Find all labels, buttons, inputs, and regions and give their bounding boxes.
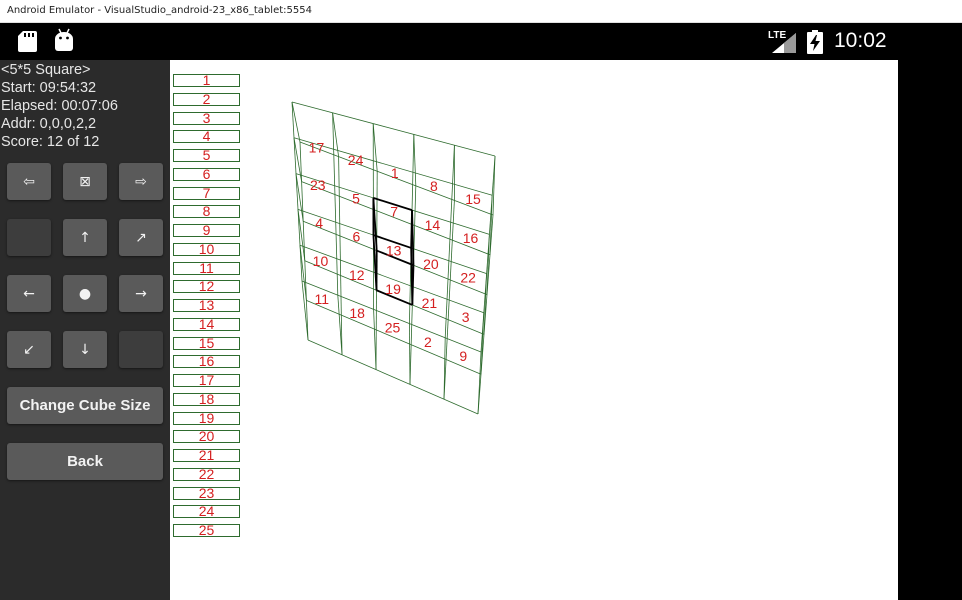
- move-back-button[interactable]: ⇦: [7, 163, 51, 200]
- cube-cell-label[interactable]: 19: [385, 281, 401, 297]
- cube-cell-label[interactable]: 15: [465, 191, 481, 207]
- cube-cell-label[interactable]: 5: [352, 190, 360, 206]
- cube-cell-label[interactable]: 17: [309, 139, 325, 155]
- empty-button[interactable]: [119, 331, 163, 368]
- grid-line: [413, 134, 417, 186]
- grid-line: [306, 300, 482, 375]
- cube-cell-label[interactable]: 11: [315, 291, 330, 307]
- elapsed-time: Elapsed: 00:07:06: [1, 98, 118, 114]
- grid-line: [307, 339, 479, 415]
- cube-cell-label[interactable]: 1: [391, 165, 399, 181]
- move-right-button[interactable]: →: [119, 275, 163, 312]
- sd-card-icon: [18, 31, 37, 52]
- battery-charging-icon: [807, 30, 823, 54]
- cube-cell-label[interactable]: 3: [462, 309, 470, 325]
- grid-line: [373, 309, 377, 370]
- grid-line: [409, 323, 411, 385]
- signal-icon: [772, 33, 796, 53]
- puzzle-canvas[interactable]: 1 2 3 4 5 6 7 8 9 10 11 12 13 14 15 16 17 18 19 20 21 22 23 24 2…: [170, 60, 898, 600]
- clock: 10:02: [834, 29, 887, 52]
- mode-label: <5*5 Square>: [1, 62, 91, 78]
- cube-cell-label[interactable]: 21: [422, 295, 438, 311]
- grid-line: [444, 145, 455, 338]
- android-icon: [55, 28, 73, 51]
- window-titlebar: Android Emulator - VisualStudio_android-…: [0, 0, 962, 23]
- cube-cell-label[interactable]: 24: [348, 152, 364, 168]
- empty-button[interactable]: [7, 219, 51, 256]
- cube-cell-label[interactable]: 2: [424, 334, 432, 350]
- cube-cell-label[interactable]: 18: [349, 305, 365, 321]
- back-button[interactable]: Back: [7, 443, 163, 480]
- cube-grid[interactable]: 1724181523571416461320221012192131118252…: [170, 60, 898, 600]
- cube-cell-label[interactable]: 16: [463, 230, 479, 246]
- cube-cell-label[interactable]: 6: [352, 229, 360, 245]
- status-bar: LTE 10:02: [0, 23, 898, 60]
- score-label: Score: 12 of 12: [1, 134, 100, 150]
- select-center-button[interactable]: ●: [63, 275, 107, 312]
- cube-cell-label[interactable]: 22: [460, 269, 476, 285]
- cube-cell-label[interactable]: 23: [310, 177, 326, 193]
- address-label: Addr: 0,0,0,2,2: [1, 116, 97, 132]
- cube-cell-label[interactable]: 12: [349, 267, 365, 283]
- move-up-button[interactable]: ↑: [63, 219, 107, 256]
- cube-cell-label[interactable]: 4: [315, 215, 323, 231]
- change-cube-size-button[interactable]: Change Cube Size: [7, 387, 163, 424]
- grid-line: [299, 141, 309, 341]
- grid-line: [411, 210, 415, 266]
- control-panel: <5*5 Square> Start: 09:54:32 Elapsed: 00…: [0, 60, 170, 600]
- cube-cell-label[interactable]: 7: [390, 204, 398, 220]
- grid-line: [332, 112, 339, 296]
- move-down-left-button[interactable]: ↙: [7, 331, 51, 368]
- grid-line: [410, 247, 414, 305]
- start-time: Start: 09:54:32: [1, 80, 97, 96]
- grid-line: [372, 123, 378, 172]
- move-up-right-button[interactable]: ↗: [119, 219, 163, 256]
- move-forward-button[interactable]: ⇨: [119, 163, 163, 200]
- cube-cell-label[interactable]: 25: [385, 319, 401, 335]
- move-down-button[interactable]: ↓: [63, 331, 107, 368]
- cube-cell-label[interactable]: 14: [425, 217, 441, 233]
- window-title: Android Emulator - VisualStudio_android-…: [7, 5, 312, 16]
- cube-cell-label[interactable]: 13: [386, 242, 402, 258]
- cube-cell-label[interactable]: 8: [430, 178, 438, 194]
- reset-button[interactable]: ⊠: [63, 163, 107, 200]
- cube-cell-label[interactable]: 10: [313, 253, 329, 269]
- cube-cell-label[interactable]: 20: [423, 256, 439, 272]
- cube-cell-label[interactable]: 9: [459, 348, 467, 364]
- move-left-button[interactable]: ←: [7, 275, 51, 312]
- emulator-frame: [898, 23, 962, 600]
